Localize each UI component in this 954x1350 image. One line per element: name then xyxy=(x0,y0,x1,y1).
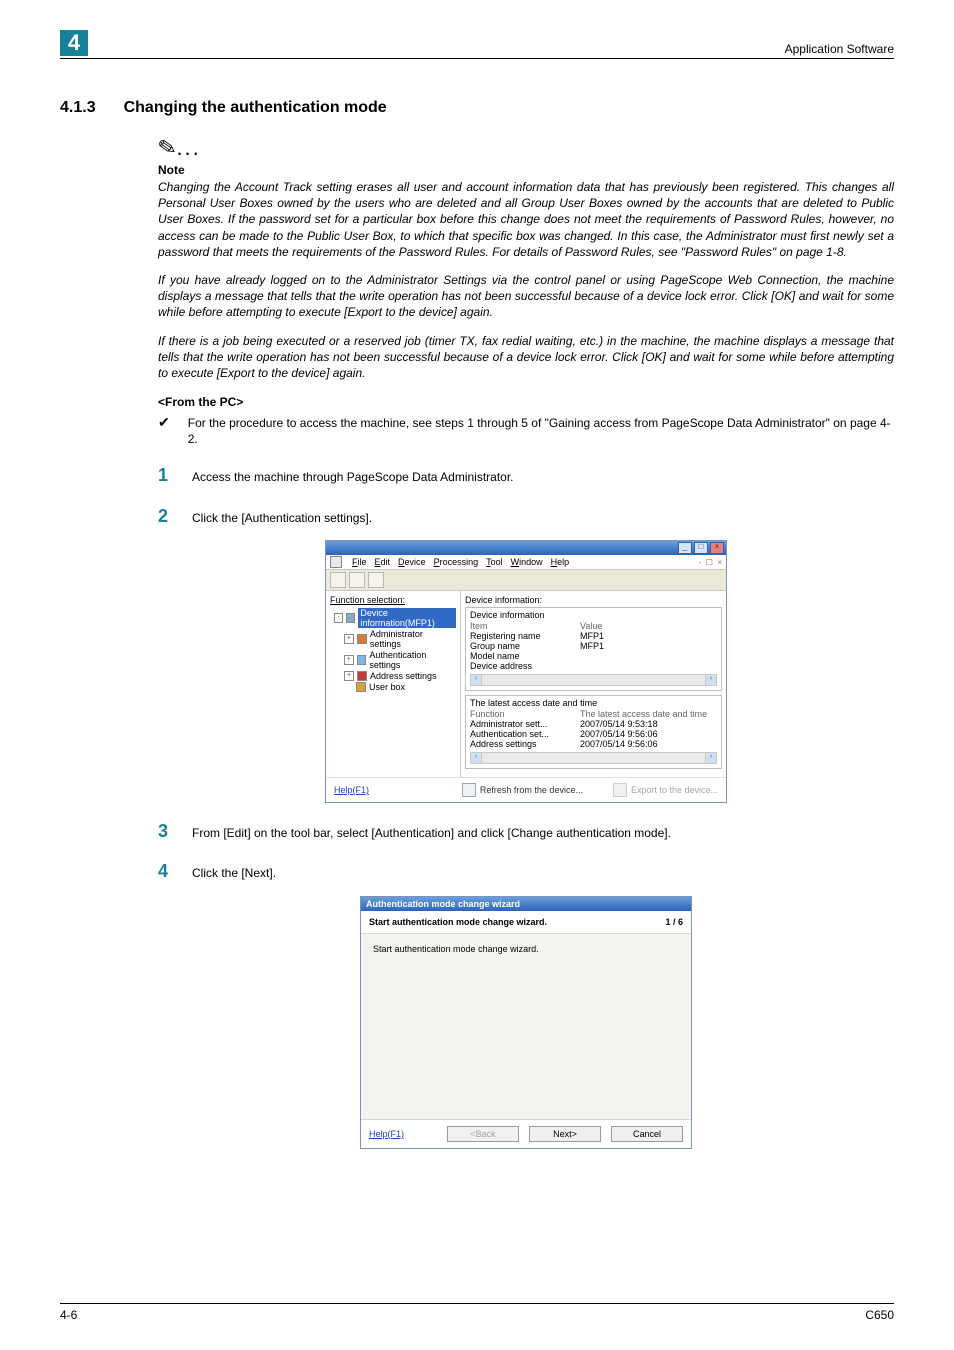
step-number-2: 2 xyxy=(158,504,174,528)
step-text-4: Click the [Next]. xyxy=(192,865,276,881)
userbox-icon xyxy=(356,682,366,692)
minimize-button[interactable]: _ xyxy=(678,542,692,554)
screenshot-pagescope-window: _ □ × File Edit Device Processing Tool W… xyxy=(325,540,727,803)
tree-item-address-settings[interactable]: + Address settings xyxy=(334,671,456,681)
step-number-4: 4 xyxy=(158,859,174,883)
kv-group-name-k: Group name xyxy=(470,641,550,651)
menu-processing[interactable]: Processing xyxy=(434,557,479,567)
window-titlebar: _ □ × xyxy=(326,541,726,555)
col-value: Value xyxy=(580,621,602,631)
refresh-icon xyxy=(462,783,476,797)
step-text-2: Click the [Authentication settings]. xyxy=(192,510,372,526)
note-paragraph-1: Changing the Account Track setting erase… xyxy=(158,179,894,260)
kv2-auth-k: Authentication set... xyxy=(470,729,550,739)
kv2-auth-v: 2007/05/14 9:56:06 xyxy=(580,729,658,739)
checkmark-icon: ✔ xyxy=(158,415,170,447)
maximize-button[interactable]: □ xyxy=(694,542,708,554)
toolbar xyxy=(326,570,726,591)
wizard-body-text: Start authentication mode change wizard. xyxy=(373,944,539,954)
screenshot-wizard-dialog: Authentication mode change wizard Start … xyxy=(360,896,692,1149)
kv-device-address-k: Device address xyxy=(470,661,550,671)
check-item-text: For the procedure to access the machine,… xyxy=(188,415,894,447)
export-to-device-button[interactable]: Export to the device... xyxy=(613,783,718,797)
menu-window[interactable]: Window xyxy=(511,557,543,567)
menu-device[interactable]: Device xyxy=(398,557,426,567)
kv-registering-name-k: Registering name xyxy=(470,631,550,641)
section-number: 4.1.3 xyxy=(60,99,96,117)
wizard-cancel-button[interactable]: Cancel xyxy=(611,1126,683,1142)
toolbar-button-2[interactable] xyxy=(349,572,365,588)
pane-title: Device information: xyxy=(465,595,722,605)
kv-registering-name-v: MFP1 xyxy=(580,631,604,641)
chapter-tab: 4 xyxy=(60,30,88,56)
menu-help[interactable]: Help xyxy=(551,557,570,567)
kv-model-name-k: Model name xyxy=(470,651,550,661)
step-text-3: From [Edit] on the tool bar, select [Aut… xyxy=(192,825,671,841)
auth-icon xyxy=(357,655,367,665)
wizard-next-button[interactable]: Next> xyxy=(529,1126,601,1142)
export-icon xyxy=(613,783,627,797)
footer-page-number: 4-6 xyxy=(60,1308,77,1322)
col-item: Item xyxy=(470,621,550,631)
col2-function: Function xyxy=(470,709,550,719)
menubar: File Edit Device Processing Tool Window … xyxy=(326,555,726,570)
address-icon xyxy=(357,671,367,681)
function-tree-title: Function selection: xyxy=(330,595,456,605)
wizard-back-button[interactable]: <Back xyxy=(447,1126,519,1142)
device-icon xyxy=(346,613,355,623)
menu-edit[interactable]: Edit xyxy=(375,557,391,567)
from-pc-subhead: <From the PC> xyxy=(158,395,894,409)
tree-item-administrator-settings[interactable]: + Administrator settings xyxy=(334,629,456,649)
step-number-3: 3 xyxy=(158,819,174,843)
menu-file[interactable]: File xyxy=(352,557,367,567)
function-tree: Function selection: - Device information… xyxy=(326,591,461,777)
section-title: Changing the authentication mode xyxy=(124,99,387,117)
menu-tool[interactable]: Tool xyxy=(486,557,503,567)
wizard-page-counter: 1 / 6 xyxy=(665,917,683,927)
group1-scrollbar[interactable]: ‹› xyxy=(470,674,717,686)
document-icon xyxy=(330,556,342,568)
kv2-addr-v: 2007/05/14 9:56:06 xyxy=(580,739,658,749)
tree-root-device-info[interactable]: - Device information(MFP1) xyxy=(334,608,456,628)
wizard-head-text: Start authentication mode change wizard. xyxy=(369,917,547,927)
note-paragraph-2: If you have already logged on to the Adm… xyxy=(158,272,894,321)
step-number-1: 1 xyxy=(158,463,174,487)
wizard-help-link[interactable]: Help(F1) xyxy=(369,1129,404,1139)
refresh-from-device-button[interactable]: Refresh from the device... xyxy=(462,783,583,797)
step-text-1: Access the machine through PageScope Dat… xyxy=(192,469,514,485)
col2-datetime: The latest access date and time xyxy=(580,709,707,719)
group2-title: The latest access date and time xyxy=(470,698,717,708)
group-device-information: Device information Item Value Registerin… xyxy=(465,607,722,691)
header-section-label: Application Software xyxy=(785,42,894,56)
admin-icon xyxy=(357,634,367,644)
toolbar-button-1[interactable] xyxy=(330,572,346,588)
kv2-addr-k: Address settings xyxy=(470,739,550,749)
tree-item-user-box[interactable]: User box xyxy=(334,682,456,692)
help-link[interactable]: Help(F1) xyxy=(334,785,369,795)
note-icon: ✎... xyxy=(158,135,894,161)
close-button[interactable]: × xyxy=(710,542,724,554)
group2-scrollbar[interactable]: ‹› xyxy=(470,752,717,764)
footer-model: C650 xyxy=(865,1308,894,1322)
note-paragraph-3: If there is a job being executed or a re… xyxy=(158,333,894,382)
toolbar-button-3[interactable] xyxy=(368,572,384,588)
kv-group-name-v: MFP1 xyxy=(580,641,604,651)
note-label: Note xyxy=(158,163,894,177)
group1-title: Device information xyxy=(470,610,717,620)
wizard-titlebar: Authentication mode change wizard xyxy=(361,897,691,911)
tree-item-authentication-settings[interactable]: + Authentication settings xyxy=(334,650,456,670)
group-latest-access: The latest access date and time Function… xyxy=(465,695,722,769)
kv2-admin-v: 2007/05/14 9:53:18 xyxy=(580,719,658,729)
kv2-admin-k: Administrator sett... xyxy=(470,719,550,729)
